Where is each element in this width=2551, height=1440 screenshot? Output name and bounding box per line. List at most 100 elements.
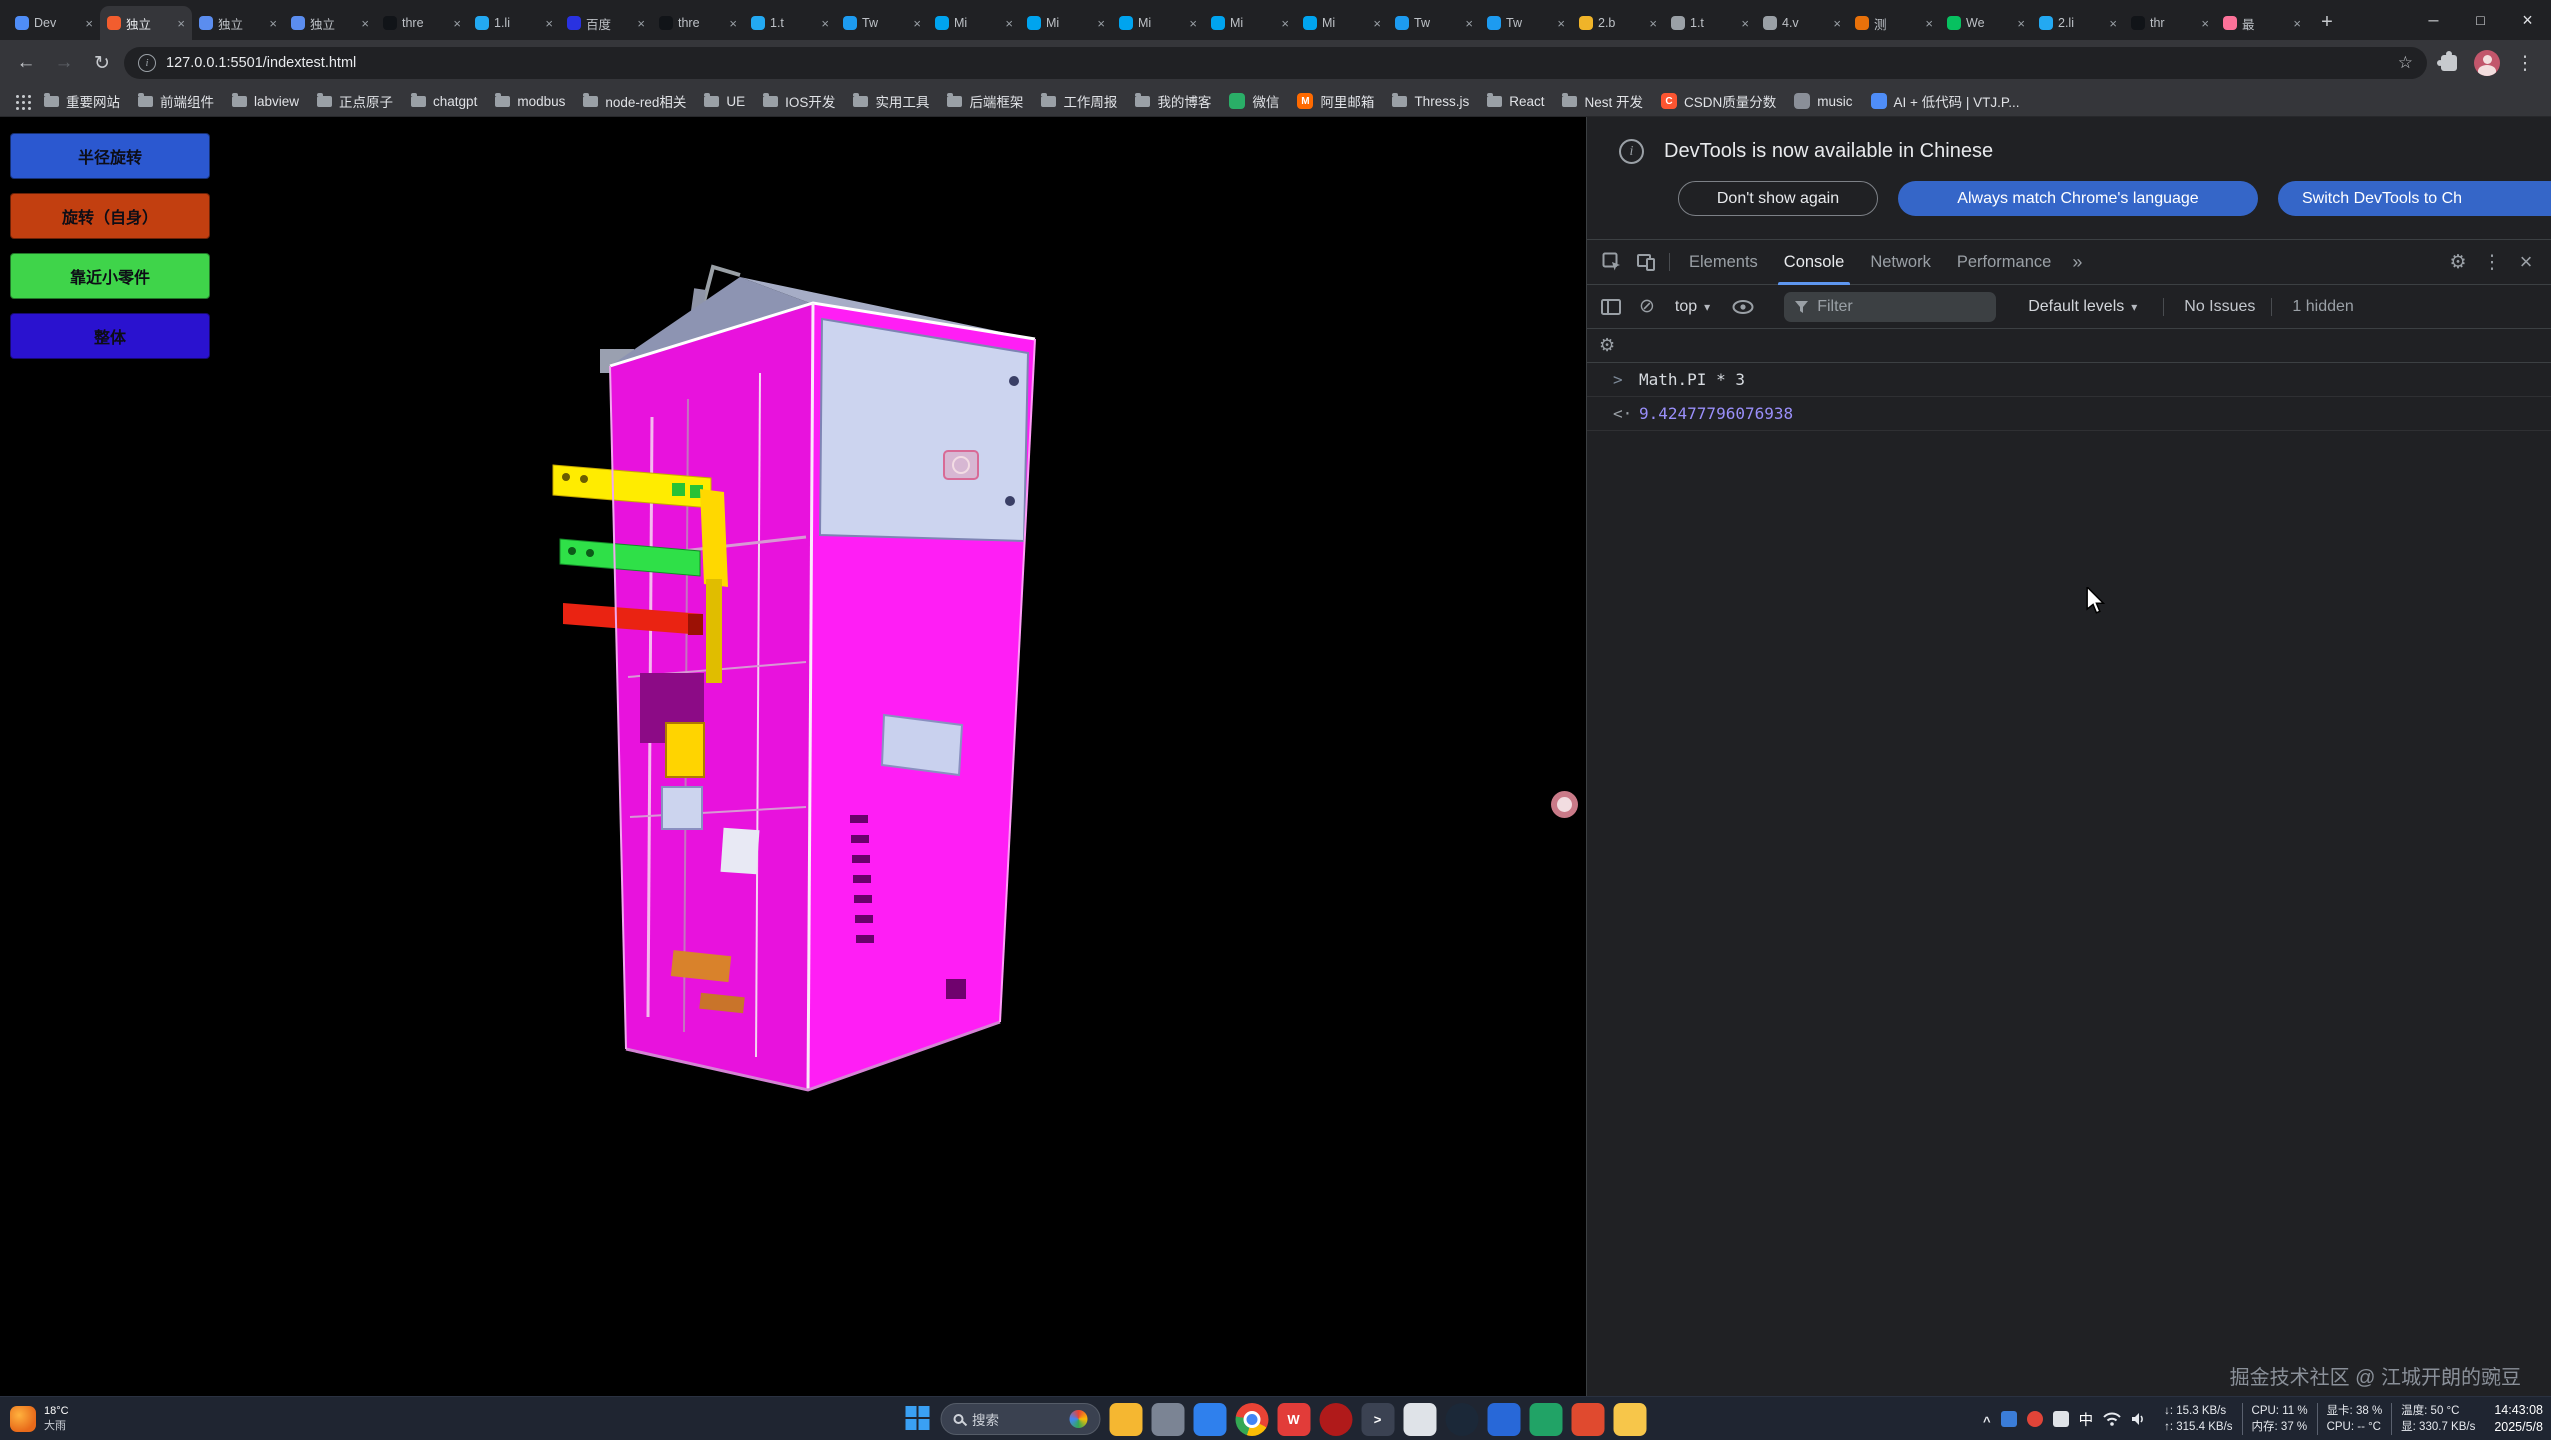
bookmark-item[interactable]: labview — [223, 90, 308, 113]
taskbar-app-icon[interactable] — [1193, 1403, 1226, 1436]
tab-close-icon[interactable]: × — [1097, 16, 1105, 31]
taskbar-app-icon[interactable] — [1151, 1403, 1184, 1436]
browser-tab[interactable]: 最× — [2216, 6, 2308, 40]
tab-close-icon[interactable]: × — [1557, 16, 1565, 31]
bookmark-item[interactable]: IOS开发 — [754, 87, 844, 115]
browser-tab[interactable]: 1.li× — [468, 6, 560, 40]
browser-tab[interactable]: 4.v× — [1756, 6, 1848, 40]
console-sidebar-icon[interactable] — [1601, 299, 1621, 315]
apps-grid-icon[interactable] — [16, 95, 19, 98]
tab-close-icon[interactable]: × — [2109, 16, 2117, 31]
taskbar-app-icon[interactable] — [1529, 1403, 1562, 1436]
bookmark-item[interactable]: 工作周报 — [1032, 87, 1126, 115]
profile-avatar[interactable] — [2471, 47, 2503, 79]
taskbar-app-icon[interactable] — [1571, 1403, 1604, 1436]
browser-tab[interactable]: 独立× — [100, 6, 192, 40]
browser-tab[interactable]: thre× — [376, 6, 468, 40]
tab-close-icon[interactable]: × — [913, 16, 921, 31]
tab-close-icon[interactable]: × — [2017, 16, 2025, 31]
tab-close-icon[interactable]: × — [1649, 16, 1657, 31]
browser-tab[interactable]: Tw× — [1480, 6, 1572, 40]
tab-close-icon[interactable]: × — [1833, 16, 1841, 31]
bookmark-item[interactable]: music — [1785, 89, 1861, 113]
window-close-button[interactable]: × — [2504, 0, 2551, 40]
dont-show-again-button[interactable]: Don't show again — [1678, 181, 1878, 216]
bookmark-item[interactable]: 前端组件 — [129, 87, 223, 115]
model-control-button[interactable]: 靠近小零件 — [10, 253, 210, 299]
browser-tab[interactable]: 1.t× — [1664, 6, 1756, 40]
floating-widget-badge[interactable] — [1551, 791, 1578, 818]
start-button[interactable] — [905, 1406, 931, 1432]
bookmark-item[interactable]: UE — [695, 90, 754, 113]
bookmark-item[interactable]: 重要网站 — [35, 87, 129, 115]
devtools-tab-network[interactable]: Network — [1857, 240, 1944, 285]
taskbar-app-icon[interactable] — [1613, 1403, 1646, 1436]
devtools-menu-icon[interactable]: ⋮ — [2475, 245, 2509, 279]
taskbar-app-icon[interactable] — [1403, 1403, 1436, 1436]
more-tabs-icon[interactable]: » — [2064, 252, 2090, 273]
web-page-viewport[interactable]: 半径旋转旋转（自身）靠近小零件整体 — [0, 117, 1586, 1396]
browser-tab[interactable]: 2.b× — [1572, 6, 1664, 40]
bookmark-item[interactable]: 微信 — [1220, 87, 1288, 115]
tab-close-icon[interactable]: × — [821, 16, 829, 31]
browser-tab[interactable]: 百度× — [560, 6, 652, 40]
switch-language-button[interactable]: Switch DevTools to Ch — [2278, 181, 2551, 216]
browser-tab[interactable]: Dev× — [8, 6, 100, 40]
context-selector[interactable]: top▾ — [1675, 298, 1710, 316]
bookmark-item[interactable]: chatgpt — [402, 90, 486, 113]
filter-input[interactable] — [1817, 298, 1967, 316]
browser-tab[interactable]: Mi× — [928, 6, 1020, 40]
devtools-settings-icon[interactable]: ⚙ — [2441, 245, 2475, 279]
bookmark-item[interactable]: Thress.js — [1383, 90, 1478, 113]
chrome-app-icon[interactable] — [1235, 1403, 1268, 1436]
bookmark-item[interactable]: AI + 低代码 | VTJ.P... — [1862, 87, 2029, 115]
match-language-button[interactable]: Always match Chrome's language — [1898, 181, 2258, 216]
tab-close-icon[interactable]: × — [453, 16, 461, 31]
console-result-row[interactable]: <· 9.42477796076938 — [1587, 397, 2551, 431]
url-text[interactable]: 127.0.0.1:5501/indextest.html — [166, 55, 2388, 71]
device-toolbar-icon[interactable] — [1629, 245, 1663, 279]
tab-close-icon[interactable]: × — [1741, 16, 1749, 31]
site-info-icon[interactable]: i — [138, 54, 156, 72]
taskbar-app-icon[interactable] — [1109, 1403, 1142, 1436]
browser-tab[interactable]: thre× — [652, 6, 744, 40]
browser-tab[interactable]: 1.t× — [744, 6, 836, 40]
taskbar-app-icon[interactable] — [1319, 1403, 1352, 1436]
volume-icon[interactable] — [2131, 1412, 2145, 1426]
tab-close-icon[interactable]: × — [177, 16, 185, 31]
bookmark-star-icon[interactable]: ☆ — [2398, 53, 2413, 73]
browser-tab[interactable]: 测× — [1848, 6, 1940, 40]
browser-tab[interactable]: 独立× — [284, 6, 376, 40]
forward-icon[interactable]: → — [48, 47, 80, 79]
browser-tab[interactable]: We× — [1940, 6, 2032, 40]
browser-tab[interactable]: 2.li× — [2032, 6, 2124, 40]
taskbar-search[interactable]: 搜索 — [940, 1403, 1100, 1435]
tab-close-icon[interactable]: × — [545, 16, 553, 31]
bookmark-item[interactable]: React — [1478, 90, 1553, 113]
tray-overflow-icon[interactable]: ^ — [1983, 1414, 1991, 1429]
inspect-element-icon[interactable] — [1595, 245, 1629, 279]
bookmark-item[interactable]: Nest 开发 — [1553, 87, 1652, 115]
wifi-icon[interactable] — [2103, 1412, 2121, 1426]
tab-close-icon[interactable]: × — [1005, 16, 1013, 31]
clear-console-icon[interactable]: ⊘ — [1639, 295, 1655, 318]
bookmark-item[interactable]: modbus — [486, 90, 574, 113]
search-highlight-icon[interactable] — [1069, 1410, 1087, 1428]
weather-widget[interactable]: 18°C 大雨 — [10, 1397, 69, 1440]
browser-tab[interactable]: 独立× — [192, 6, 284, 40]
bookmark-item[interactable]: 我的博客 — [1126, 87, 1220, 115]
log-levels-dropdown[interactable]: Default levels▾ — [2028, 298, 2137, 316]
browser-tab[interactable]: Mi× — [1296, 6, 1388, 40]
browser-tab[interactable]: Mi× — [1204, 6, 1296, 40]
tab-close-icon[interactable]: × — [637, 16, 645, 31]
tab-close-icon[interactable]: × — [729, 16, 737, 31]
model-control-button[interactable]: 旋转（自身） — [10, 193, 210, 239]
tab-close-icon[interactable]: × — [85, 16, 93, 31]
bookmark-item[interactable]: 实用工具 — [844, 87, 938, 115]
tab-close-icon[interactable]: × — [1465, 16, 1473, 31]
taskbar-app-icon[interactable]: W — [1277, 1403, 1310, 1436]
bookmark-item[interactable]: node-red相关 — [574, 87, 695, 115]
browser-tab[interactable]: thr× — [2124, 6, 2216, 40]
tab-close-icon[interactable]: × — [269, 16, 277, 31]
devtools-tab-console[interactable]: Console — [1771, 240, 1858, 285]
